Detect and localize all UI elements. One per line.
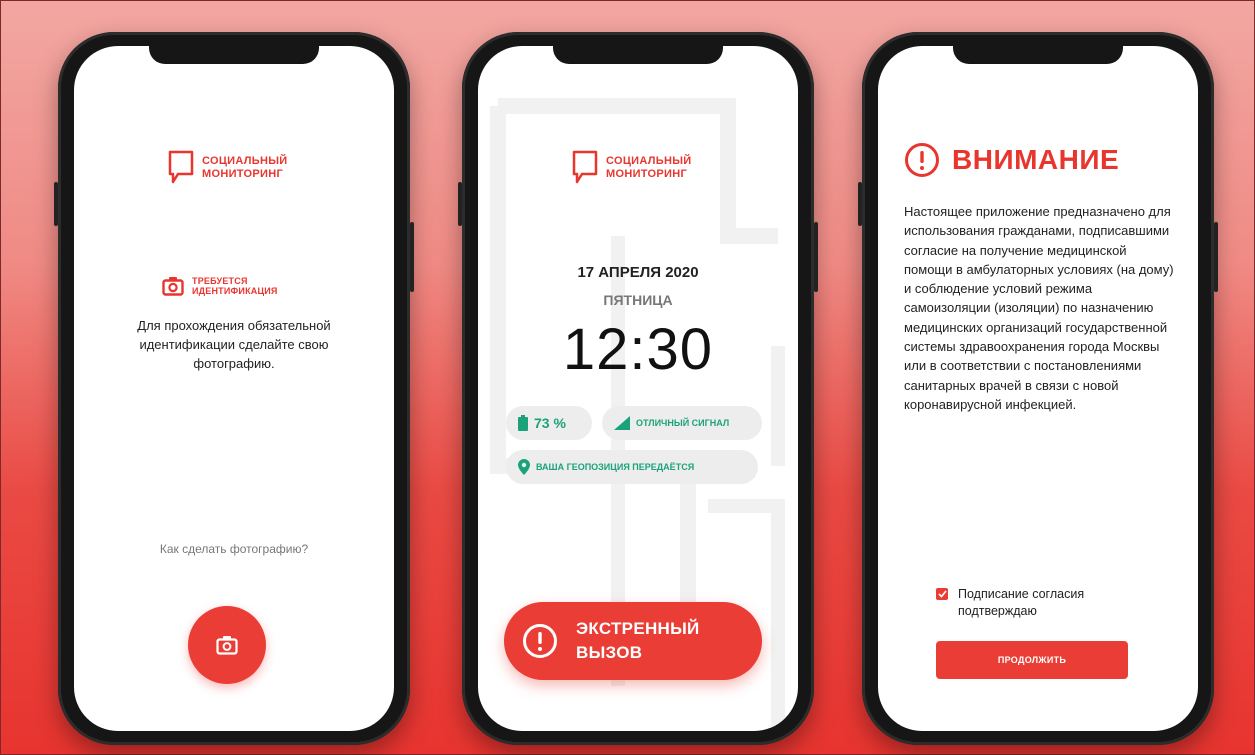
- app-name-line1: СОЦИАЛЬНЫЙ: [202, 155, 288, 167]
- app-name-line1: СОЦИАЛЬНЫЙ: [606, 155, 692, 167]
- phone-notch: [953, 42, 1123, 64]
- emergency-line2: ВЫЗОВ: [576, 643, 643, 662]
- current-time: 12:30: [562, 317, 714, 382]
- location-pin-icon: [518, 459, 530, 475]
- requirement-line1: ТРЕБУЕТСЯ: [192, 276, 248, 286]
- camera-icon: [216, 636, 238, 655]
- status-screen: СОЦИАЛЬНЫЙ МОНИТОРИНГ 17 АПРЕЛЯ 2020 ПЯТ…: [478, 46, 798, 731]
- battery-icon: [518, 415, 528, 431]
- signal-label: ОТЛИЧНЫЙ СИГНАЛ: [636, 418, 730, 428]
- emergency-line1: ЭКСТРЕННЫЙ: [576, 619, 700, 638]
- continue-button[interactable]: ПРОДОЛЖИТЬ: [936, 641, 1128, 679]
- how-to-photo-link[interactable]: Как сделать фотографию?: [74, 540, 394, 558]
- app-logo-text: СОЦИАЛЬНЫЙ МОНИТОРИНГ: [202, 155, 288, 181]
- geolocation-status: ВАША ГЕОПОЗИЦИЯ ПЕРЕДАЁТСЯ: [506, 450, 758, 484]
- phone-notch: [149, 42, 319, 64]
- identification-instruction: Для прохождения обязательной идентификац…: [137, 318, 331, 371]
- phone-identification: СОЦИАЛЬНЫЙ МОНИТОРИНГ ТРЕБУЕТСЯ ИДЕНТИФИ…: [54, 32, 414, 745]
- checkmark-icon: [937, 590, 947, 598]
- requirement-line2: ИДЕНТИФИКАЦИЯ: [192, 286, 278, 296]
- phone-consent: ВНИМАНИЕ Настоящее приложение предназнач…: [858, 32, 1218, 745]
- warning-header: ВНИМАНИЕ: [904, 142, 1119, 178]
- identification-screen: СОЦИАЛЬНЫЙ МОНИТОРИНГ ТРЕБУЕТСЯ ИДЕНТИФИ…: [74, 46, 394, 731]
- take-photo-button[interactable]: [188, 606, 266, 684]
- signal-status: ОТЛИЧНЫЙ СИГНАЛ: [602, 406, 762, 440]
- app-logo-text: СОЦИАЛЬНЫЙ МОНИТОРИНГ: [606, 155, 692, 181]
- consent-label: Подписание согласия подтверждаю: [958, 587, 1085, 618]
- signal-icon: [614, 416, 630, 430]
- current-weekday: ПЯТНИЦА: [603, 292, 673, 308]
- identification-required: ТРЕБУЕТСЯ ИДЕНТИФИКАЦИЯ: [162, 276, 278, 296]
- consent-checkbox-row[interactable]: Подписание согласия подтверждаю: [936, 586, 1108, 620]
- battery-percent: 73 %: [534, 415, 566, 431]
- phone-status: СОЦИАЛЬНЫЙ МОНИТОРИНГ 17 АПРЕЛЯ 2020 ПЯТ…: [458, 32, 818, 745]
- current-date: 17 АПРЕЛЯ 2020: [577, 264, 699, 281]
- warning-text: Настоящее приложение предназначено для и…: [904, 204, 1174, 412]
- battery-status: 73 %: [506, 406, 592, 440]
- alert-circle-icon: [523, 624, 557, 658]
- app-logo: СОЦИАЛЬНЫЙ МОНИТОРИНГ: [572, 150, 692, 186]
- consent-checkbox[interactable]: [936, 588, 948, 600]
- app-name-line2: МОНИТОРИНГ: [202, 168, 283, 180]
- geolocation-label: ВАША ГЕОПОЗИЦИЯ ПЕРЕДАЁТСЯ: [536, 462, 695, 472]
- app-logo: СОЦИАЛЬНЫЙ МОНИТОРИНГ: [168, 150, 288, 186]
- emergency-call-button[interactable]: ЭКСТРЕННЫЙ ВЫЗОВ: [504, 602, 762, 680]
- consent-screen: ВНИМАНИЕ Настоящее приложение предназнач…: [878, 46, 1198, 731]
- warning-title: ВНИМАНИЕ: [952, 144, 1120, 175]
- phone-notch: [553, 42, 723, 64]
- speech-bubble-icon: [168, 150, 194, 184]
- app-name-line2: МОНИТОРИНГ: [606, 168, 687, 180]
- speech-bubble-icon: [572, 150, 598, 184]
- emergency-call-label: ЭКСТРЕННЫЙ ВЫЗОВ: [576, 617, 700, 665]
- identification-required-label: ТРЕБУЕТСЯ ИДЕНТИФИКАЦИЯ: [192, 276, 278, 296]
- camera-icon: [162, 277, 184, 296]
- alert-circle-icon: [905, 143, 939, 177]
